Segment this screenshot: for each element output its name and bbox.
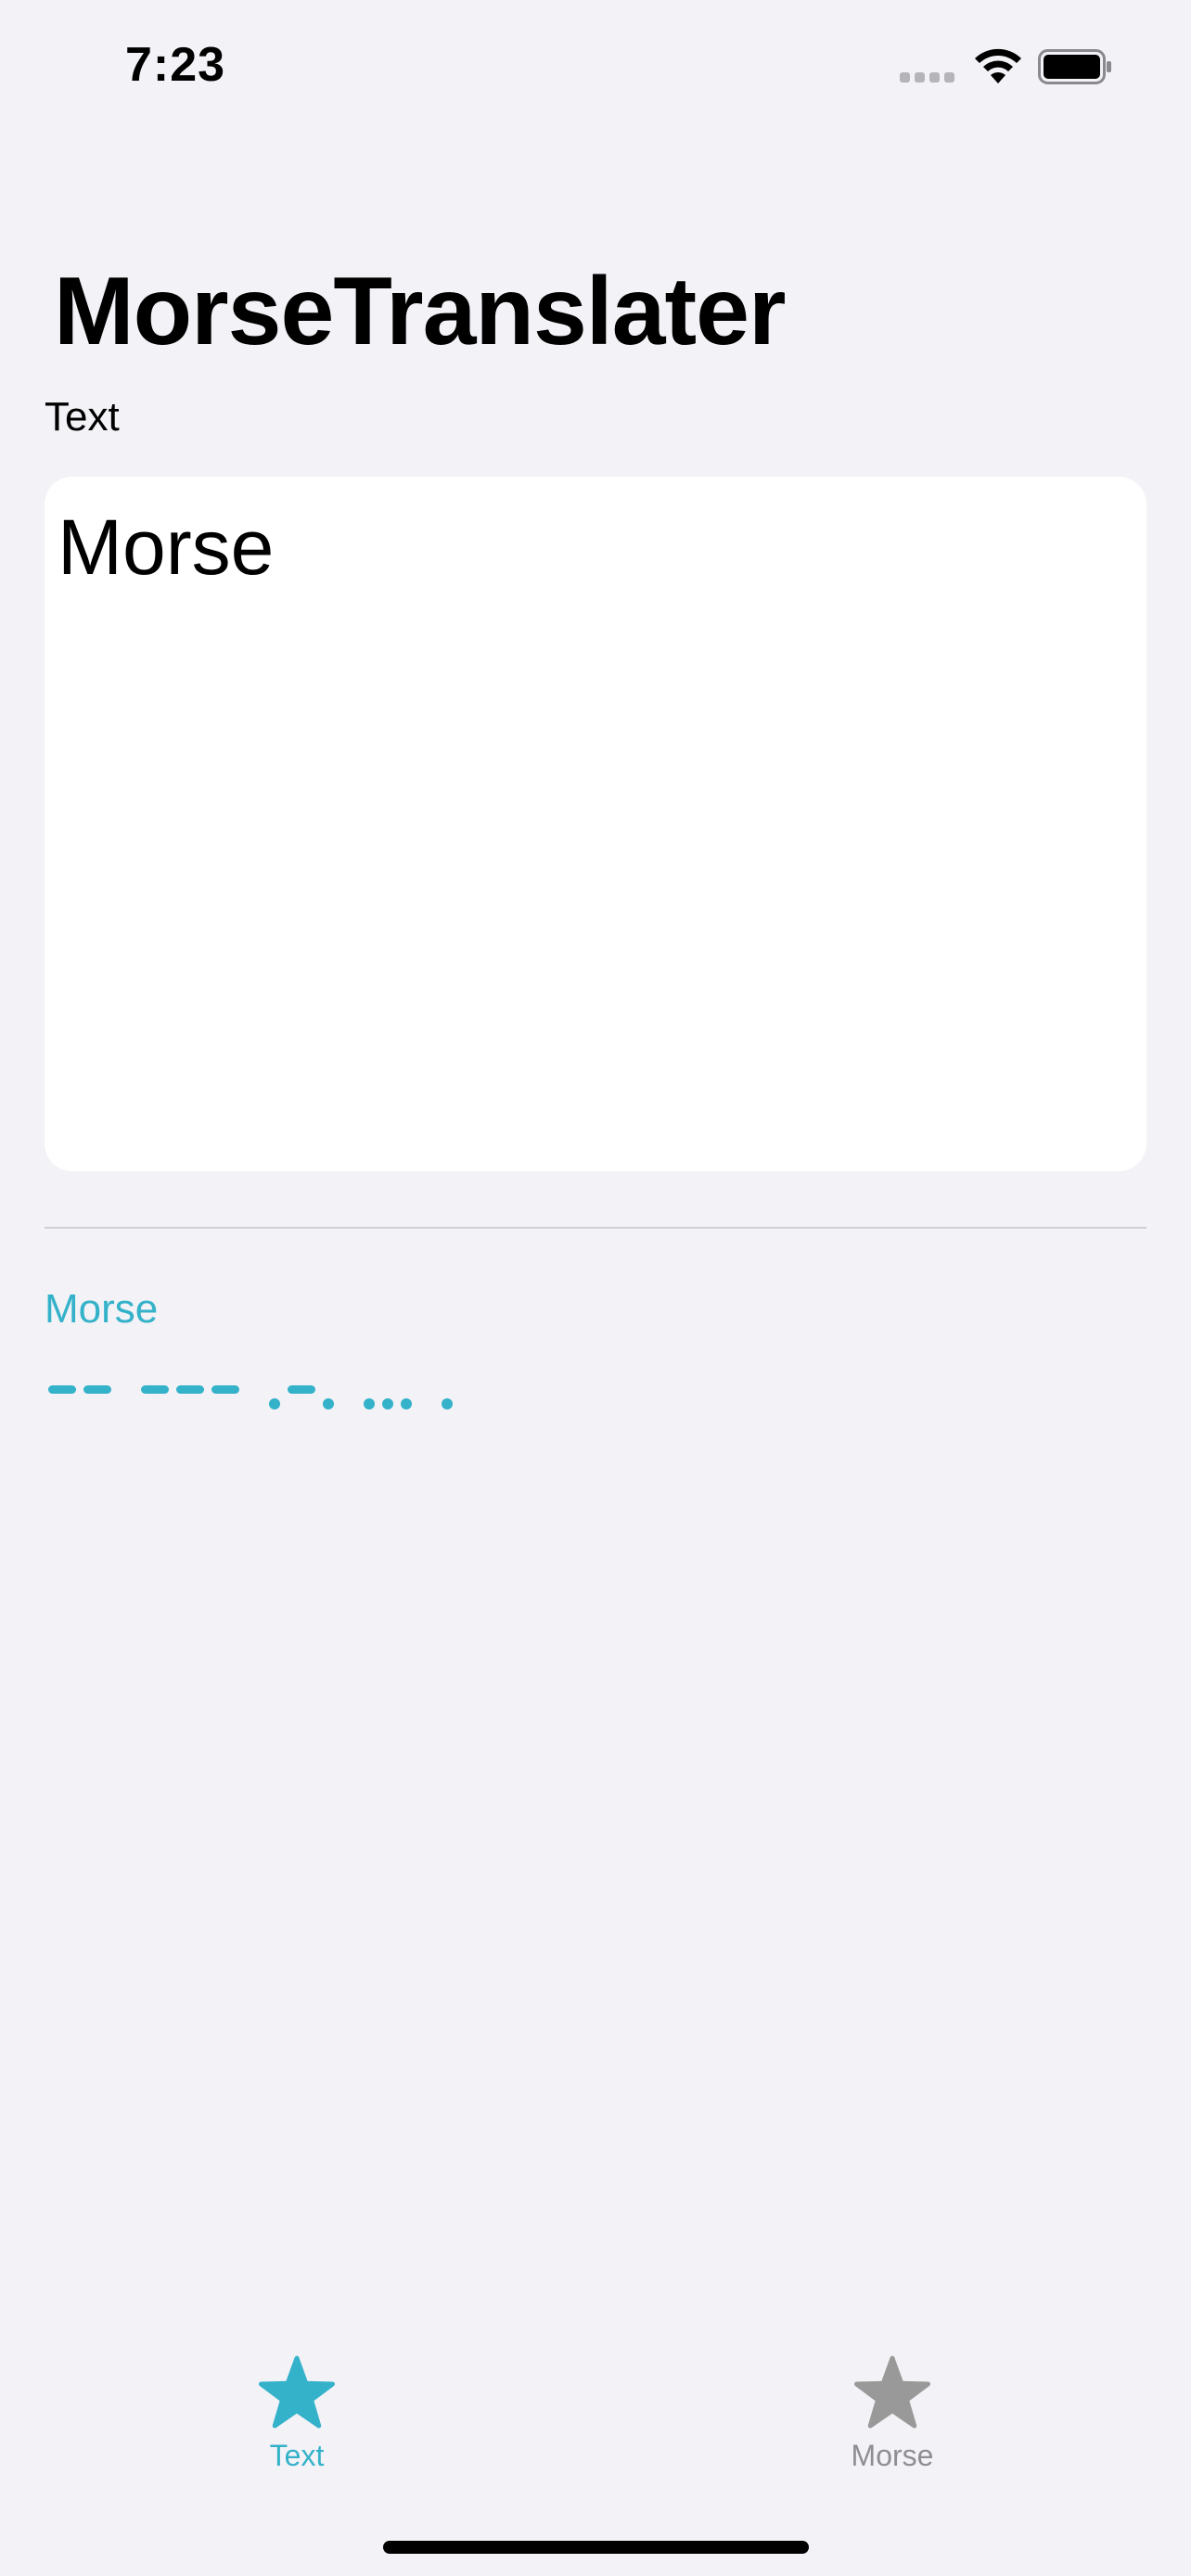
star-icon — [854, 2355, 930, 2429]
text-section-label: Text — [45, 394, 120, 440]
star-icon — [259, 2355, 335, 2429]
morse-dot — [401, 1398, 412, 1409]
morse-dot — [364, 1398, 375, 1409]
home-indicator — [383, 2541, 809, 2554]
battery-icon — [1038, 49, 1111, 84]
status-time: 7:23 — [125, 38, 226, 92]
morse-dash — [176, 1385, 204, 1394]
morse-dot — [323, 1398, 334, 1409]
morse-dot — [382, 1398, 393, 1409]
morse-section-label: Morse — [45, 1286, 159, 1332]
section-divider — [45, 1227, 1146, 1229]
tab-morse[interactable]: Morse — [800, 2355, 985, 2470]
morse-dash — [211, 1385, 239, 1394]
tab-text[interactable]: Text — [204, 2355, 390, 2470]
morse-dash — [83, 1385, 111, 1394]
tab-morse-label: Morse — [851, 2439, 934, 2472]
page-title: MorseTranslater — [54, 258, 786, 365]
cellular-signal-icon — [900, 72, 957, 85]
tab-text-label: Text — [269, 2439, 325, 2472]
morse-dash — [288, 1385, 315, 1394]
morse-dash — [48, 1385, 76, 1394]
wifi-icon — [975, 48, 1021, 83]
morse-output: -- --- .-. ... . — [48, 1385, 453, 1409]
text-input-editor[interactable]: Morse — [45, 477, 1146, 1171]
morse-dot — [269, 1398, 280, 1409]
morse-dash — [141, 1385, 169, 1394]
morse-dot — [442, 1398, 453, 1409]
